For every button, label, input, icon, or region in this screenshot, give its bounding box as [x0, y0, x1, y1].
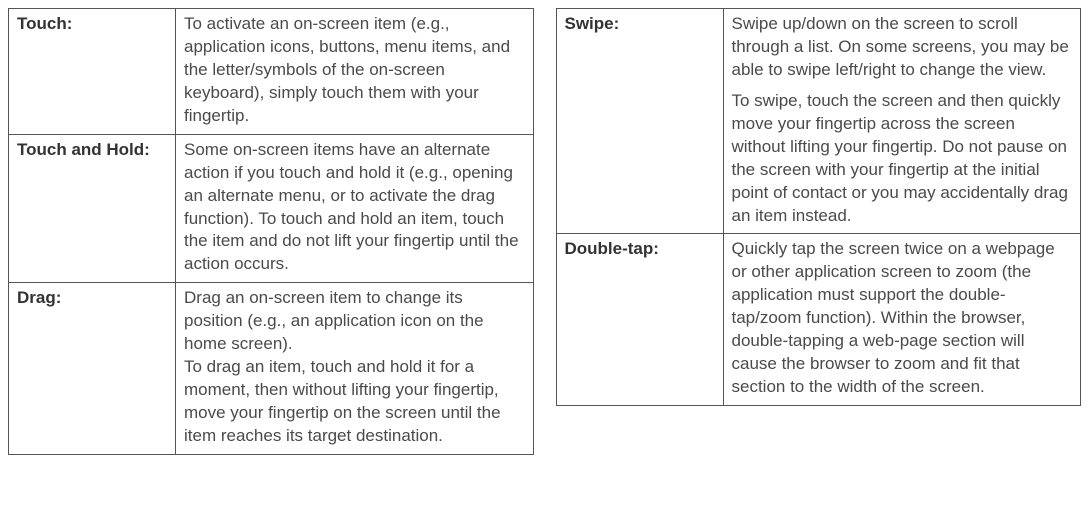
gesture-label: Swipe: — [556, 9, 723, 234]
para: Swipe up/down on the screen to scroll th… — [732, 13, 1073, 82]
para: Quickly tap the screen twice on a webpag… — [732, 238, 1073, 399]
gesture-label: Double-tap: — [556, 234, 723, 406]
para: To swipe, touch the screen and then quic… — [732, 90, 1073, 228]
table-row: Touch and Hold: Some on-screen items hav… — [9, 134, 534, 283]
gesture-label: Drag: — [9, 283, 176, 455]
para: To activate an on-screen item (e.g., app… — [184, 13, 525, 128]
table-row: Double-tap: Quickly tap the screen twice… — [556, 234, 1081, 406]
para: Drag an on-screen item to change its pos… — [184, 287, 525, 448]
gesture-description: Swipe up/down on the screen to scroll th… — [723, 9, 1081, 234]
table-row: Swipe: Swipe up/down on the screen to sc… — [556, 9, 1081, 234]
gesture-description: Drag an on-screen item to change its pos… — [176, 283, 534, 455]
left-column: Touch: To activate an on-screen item (e.… — [8, 8, 534, 455]
table-row: Drag: Drag an on-screen item to change i… — [9, 283, 534, 455]
gesture-label: Touch and Hold: — [9, 134, 176, 283]
gesture-description: To activate an on-screen item (e.g., app… — [176, 9, 534, 135]
gesture-label: Touch: — [9, 9, 176, 135]
gesture-table-right: Swipe: Swipe up/down on the screen to sc… — [556, 8, 1082, 406]
gesture-table-left: Touch: To activate an on-screen item (e.… — [8, 8, 534, 455]
gesture-description: Some on-screen items have an alternate a… — [176, 134, 534, 283]
two-column-layout: Touch: To activate an on-screen item (e.… — [8, 8, 1081, 455]
right-column: Swipe: Swipe up/down on the screen to sc… — [556, 8, 1082, 455]
para: Some on-screen items have an alternate a… — [184, 139, 525, 277]
table-row: Touch: To activate an on-screen item (e.… — [9, 9, 534, 135]
gesture-description: Quickly tap the screen twice on a webpag… — [723, 234, 1081, 406]
